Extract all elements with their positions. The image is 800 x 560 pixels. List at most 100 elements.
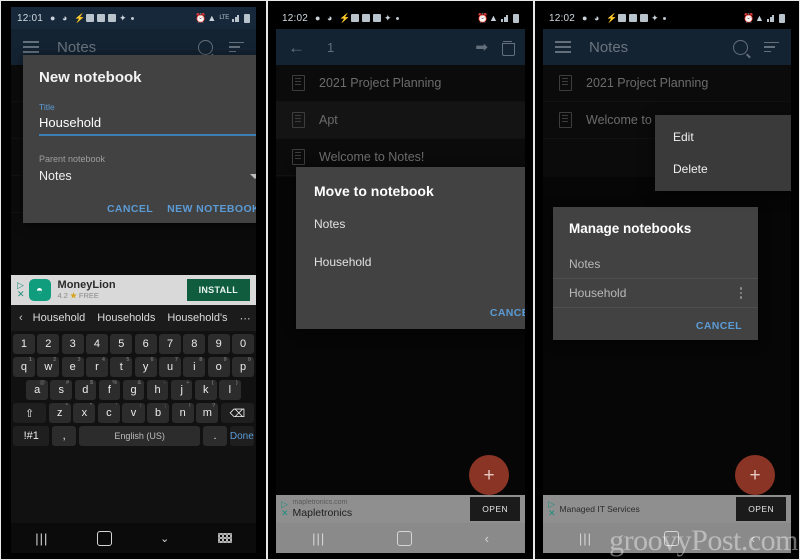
notebook-row-household[interactable]: Household (553, 278, 758, 308)
backspace-key[interactable]: ⌫ (220, 403, 254, 423)
home-button[interactable] (663, 530, 679, 546)
new-notebook-dialog: New notebook Title Household Parent note… (23, 55, 256, 223)
recents-button[interactable]: ||| (312, 531, 325, 546)
key-n[interactable]: ! n (171, 403, 194, 423)
parent-notebook-select[interactable]: Notes (39, 169, 256, 189)
cancel-button[interactable]: CANCEL (107, 203, 153, 215)
suggestion-2[interactable]: Household's (167, 312, 227, 324)
keyboard-suggestion-bar: ‹ Household Households Household's ⋯ (11, 305, 256, 331)
key-o[interactable]: 9o (207, 357, 230, 377)
more-notifications-icon (663, 16, 667, 20)
account-icon: ● (315, 12, 321, 23)
battery-icon (513, 13, 519, 23)
home-button[interactable] (397, 530, 413, 546)
key-g[interactable]: & g (122, 380, 145, 400)
notebook-option-notes[interactable]: Notes (314, 217, 525, 231)
key-p[interactable]: 0p (232, 357, 254, 377)
key-1[interactable]: 1 (13, 334, 35, 354)
key-j[interactable]: + j (170, 380, 193, 400)
key-4[interactable]: 4 (86, 334, 108, 354)
key-w[interactable]: 2w (37, 357, 60, 377)
overflow-menu-icon[interactable] (739, 287, 742, 299)
key-q[interactable]: 1q (13, 357, 35, 377)
period-key[interactable]: . (202, 426, 228, 446)
menu-item-edit[interactable]: Edit (655, 121, 791, 153)
home-button[interactable] (96, 530, 112, 546)
key-i[interactable]: 8i (183, 357, 206, 377)
key-y[interactable]: 6y (134, 357, 157, 377)
key-3[interactable]: 3 (61, 334, 84, 354)
chevron-left-icon[interactable]: ‹ (19, 312, 23, 324)
key-a[interactable]: @ a (26, 380, 48, 400)
suggestion-1[interactable]: Households (97, 312, 155, 324)
flash-icon: ⚡ (339, 12, 351, 23)
close-icon[interactable]: ✕ (281, 509, 289, 518)
notebook-option-household[interactable]: Household (314, 255, 525, 269)
key-e[interactable]: 3e (61, 357, 84, 377)
back-button[interactable]: ‹ (485, 531, 489, 546)
comma-key[interactable]: , (51, 426, 77, 446)
phone-panel-1: 12:01 ● ◕ ⚡ ✦ ⏰ ▲ LTE Notes New notebook… (0, 0, 267, 560)
done-key[interactable]: Done (229, 426, 254, 446)
chevron-down-icon (250, 173, 256, 179)
key-b[interactable]: ; b (147, 403, 170, 423)
parent-notebook-label: Parent notebook (39, 154, 106, 164)
managed-it-ad-banner[interactable]: ▷ ✕ Managed IT Services OPEN (543, 495, 791, 523)
row2-right-spacer (243, 380, 254, 400)
new-notebook-button[interactable]: NEW NOTEBOOK (167, 203, 256, 215)
key-7[interactable]: 7 (159, 334, 181, 354)
moneylion-ad-banner[interactable]: ▷ ✕ ◓ MoneyLion 4.2 ★ FREE INSTALL (11, 275, 256, 305)
phone-panel-2: 12:02 ● ◕ ⚡ ✦ ⏰ ▲ ← 1 ➡ 2021 Project Pla… (267, 0, 534, 560)
suggestion-overflow-icon[interactable]: ⋯ (240, 312, 251, 325)
cancel-button[interactable]: CANCEL (696, 320, 742, 332)
ad-advertiser-name: Mapletronics (292, 507, 353, 519)
key-c[interactable]: ' c (97, 403, 120, 423)
notebook-row-notes[interactable]: Notes (553, 250, 758, 278)
add-note-fab[interactable]: + (469, 455, 509, 495)
key-5[interactable]: 5 (110, 334, 133, 354)
title-input[interactable]: Household (39, 115, 256, 134)
dialog-actions: CANCEL (314, 293, 525, 319)
key-k[interactable]: (k (194, 380, 217, 400)
space-key[interactable]: English (US) (78, 426, 201, 446)
twitter-icon: ✦ (651, 12, 659, 23)
key-s[interactable]: # s (50, 380, 73, 400)
cancel-button[interactable]: CANCEL (490, 307, 525, 319)
key-m[interactable]: ? m (196, 403, 219, 423)
key-r[interactable]: 4r (86, 357, 108, 377)
recents-button[interactable]: ||| (35, 531, 48, 546)
key-v[interactable]: :v (122, 403, 145, 423)
key-f[interactable]: % f (98, 380, 121, 400)
key-t[interactable]: 5t (110, 357, 133, 377)
mapletronics-ad-banner[interactable]: ▷ ✕ mapletronics.com Mapletronics OPEN (276, 495, 525, 523)
status-time: 12:01 (17, 12, 44, 24)
close-icon[interactable]: ✕ (548, 509, 556, 518)
key-z[interactable]: * z (48, 403, 71, 423)
key-0[interactable]: 0 (232, 334, 254, 354)
key-x[interactable]: " x (73, 403, 96, 423)
key-6[interactable]: 6 (134, 334, 157, 354)
close-icon[interactable]: ✕ (17, 290, 25, 299)
add-note-fab[interactable]: + (735, 455, 775, 495)
key-2[interactable]: 2 (37, 334, 60, 354)
key-8[interactable]: 8 (183, 334, 206, 354)
open-ad-button[interactable]: OPEN (736, 497, 786, 521)
back-button[interactable]: ‹ (751, 531, 755, 546)
suggestion-0[interactable]: Household (33, 312, 86, 324)
shift-key[interactable]: ⇧ (13, 403, 47, 423)
key-d[interactable]: $ d (74, 380, 97, 400)
key-9[interactable]: 9 (207, 334, 230, 354)
hide-keyboard-button[interactable]: ⌄ (160, 532, 169, 545)
parent-notebook-value: Notes (39, 169, 72, 183)
dialog-heading: New notebook (39, 69, 142, 86)
recents-button[interactable]: ||| (579, 531, 592, 546)
menu-item-delete[interactable]: Delete (655, 153, 791, 185)
ad-text-block: Managed IT Services (560, 503, 640, 515)
key-u[interactable]: 7u (159, 357, 181, 377)
keyboard-switch-icon[interactable] (217, 533, 232, 543)
key-h[interactable]: -h (146, 380, 169, 400)
key-l[interactable]: ) l (219, 380, 241, 400)
install-button[interactable]: INSTALL (186, 279, 250, 301)
symbols-key[interactable]: !#1 (13, 426, 50, 446)
open-ad-button[interactable]: OPEN (470, 497, 520, 521)
